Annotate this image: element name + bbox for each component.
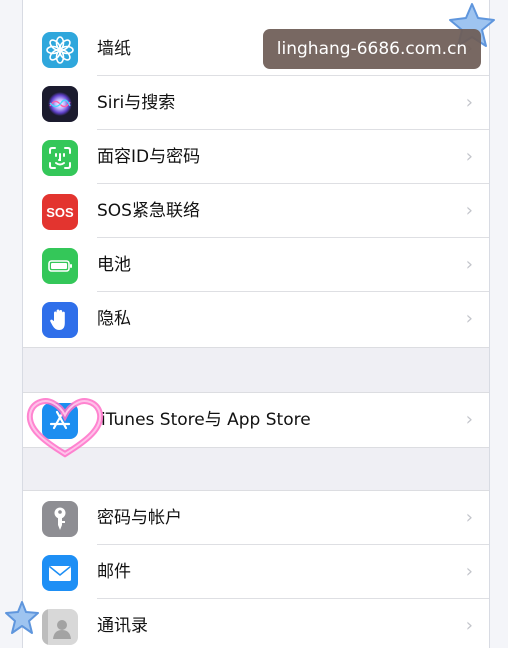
settings-row-siri[interactable]: Siri与搜索 ›: [23, 76, 489, 130]
chevron-right-icon: ›: [465, 561, 473, 582]
settings-row-label: 密码与帐户: [97, 508, 182, 528]
chevron-right-icon: ›: [465, 146, 473, 167]
settings-row-mail[interactable]: 邮件 ›: [23, 545, 489, 599]
mail-icon: [42, 555, 78, 591]
sos-icon-text: SOS: [46, 204, 74, 220]
settings-row-label: 电池: [97, 255, 131, 275]
settings-row-contacts[interactable]: 通讯录 ›: [23, 599, 489, 648]
siri-icon: [42, 86, 78, 122]
chevron-right-icon: ›: [465, 254, 473, 275]
settings-row-label: 面容ID与密码: [97, 147, 201, 167]
heart-sticker-icon: [22, 392, 108, 468]
sos-icon: SOS: [42, 194, 78, 230]
settings-row-label: Siri与搜索: [97, 93, 176, 113]
settings-row-label: iTunes Store与 App Store: [101, 410, 311, 430]
settings-row-label: 通讯录: [97, 616, 148, 636]
chevron-right-icon: ›: [465, 409, 473, 430]
settings-row-battery[interactable]: 电池 ›: [23, 238, 489, 292]
settings-row-label: 邮件: [97, 562, 131, 582]
chevron-right-icon: ›: [465, 92, 473, 113]
face-id-icon: [42, 140, 78, 176]
watermark-banner: linghang-6686.com.cn: [263, 29, 481, 69]
privacy-hand-icon: [42, 302, 78, 338]
settings-list: 墙纸 › Siri与搜索 ›: [22, 0, 490, 648]
settings-row-label: SOS紧急联络: [97, 201, 200, 221]
key-icon: [42, 501, 78, 537]
settings-row-label: 墙纸: [97, 39, 131, 59]
contacts-icon: [42, 609, 78, 645]
settings-row-sos[interactable]: SOS SOS紧急联络 ›: [23, 184, 489, 238]
chevron-right-icon: ›: [465, 200, 473, 221]
wallpaper-flower-icon: [42, 32, 78, 68]
settings-row-passwords-accounts[interactable]: 密码与帐户 ›: [23, 491, 489, 545]
settings-row-label: 隐私: [97, 309, 131, 329]
battery-icon: [42, 248, 78, 284]
settings-row-privacy[interactable]: 隐私 ›: [23, 292, 489, 346]
settings-row-face-id[interactable]: 面容ID与密码 ›: [23, 130, 489, 184]
star-sticker-icon: [2, 598, 42, 642]
chevron-right-icon: ›: [465, 615, 473, 636]
chevron-right-icon: ›: [465, 507, 473, 528]
chevron-right-icon: ›: [465, 308, 473, 329]
section-gap: [23, 347, 489, 393]
